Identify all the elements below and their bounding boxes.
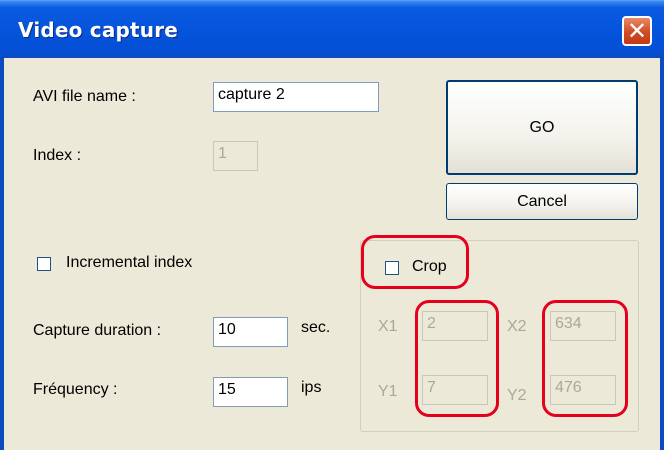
frequency-unit: ips [301, 379, 322, 396]
y2-label: Y2 [507, 387, 527, 404]
crop-highlight [361, 235, 469, 289]
index-input[interactable]: 1 [213, 141, 258, 171]
x2-y2-highlight [542, 300, 628, 417]
x1-y1-highlight [415, 300, 499, 417]
avi-file-name-input[interactable]: capture 2 [213, 82, 379, 112]
title-bar[interactable]: Video capture ✕ [0, 0, 664, 58]
close-button[interactable]: ✕ [622, 16, 652, 46]
capture-duration-label: Capture duration : [33, 322, 162, 339]
window-title: Video capture [18, 18, 179, 42]
video-capture-dialog: Video capture ✕ AVI file name : capture … [0, 0, 664, 450]
x2-label: X2 [507, 318, 527, 335]
close-icon: ✕ [626, 17, 648, 45]
avi-file-name-label: AVI file name : [33, 88, 136, 105]
index-label: Index : [33, 147, 82, 164]
capture-duration-input[interactable]: 10 [213, 317, 288, 347]
frequency-label: Fréquency : [33, 381, 118, 398]
go-button[interactable]: GO [446, 80, 638, 175]
incremental-index-checkbox[interactable] [37, 257, 51, 271]
x1-label: X1 [378, 318, 398, 335]
incremental-index-label: Incremental index [66, 254, 193, 271]
frequency-input[interactable]: 15 [213, 377, 288, 407]
window-border-left [0, 58, 4, 450]
cancel-button[interactable]: Cancel [446, 183, 638, 220]
window-border-right [660, 58, 664, 450]
y1-label: Y1 [378, 383, 398, 400]
capture-duration-unit: sec. [301, 319, 331, 336]
